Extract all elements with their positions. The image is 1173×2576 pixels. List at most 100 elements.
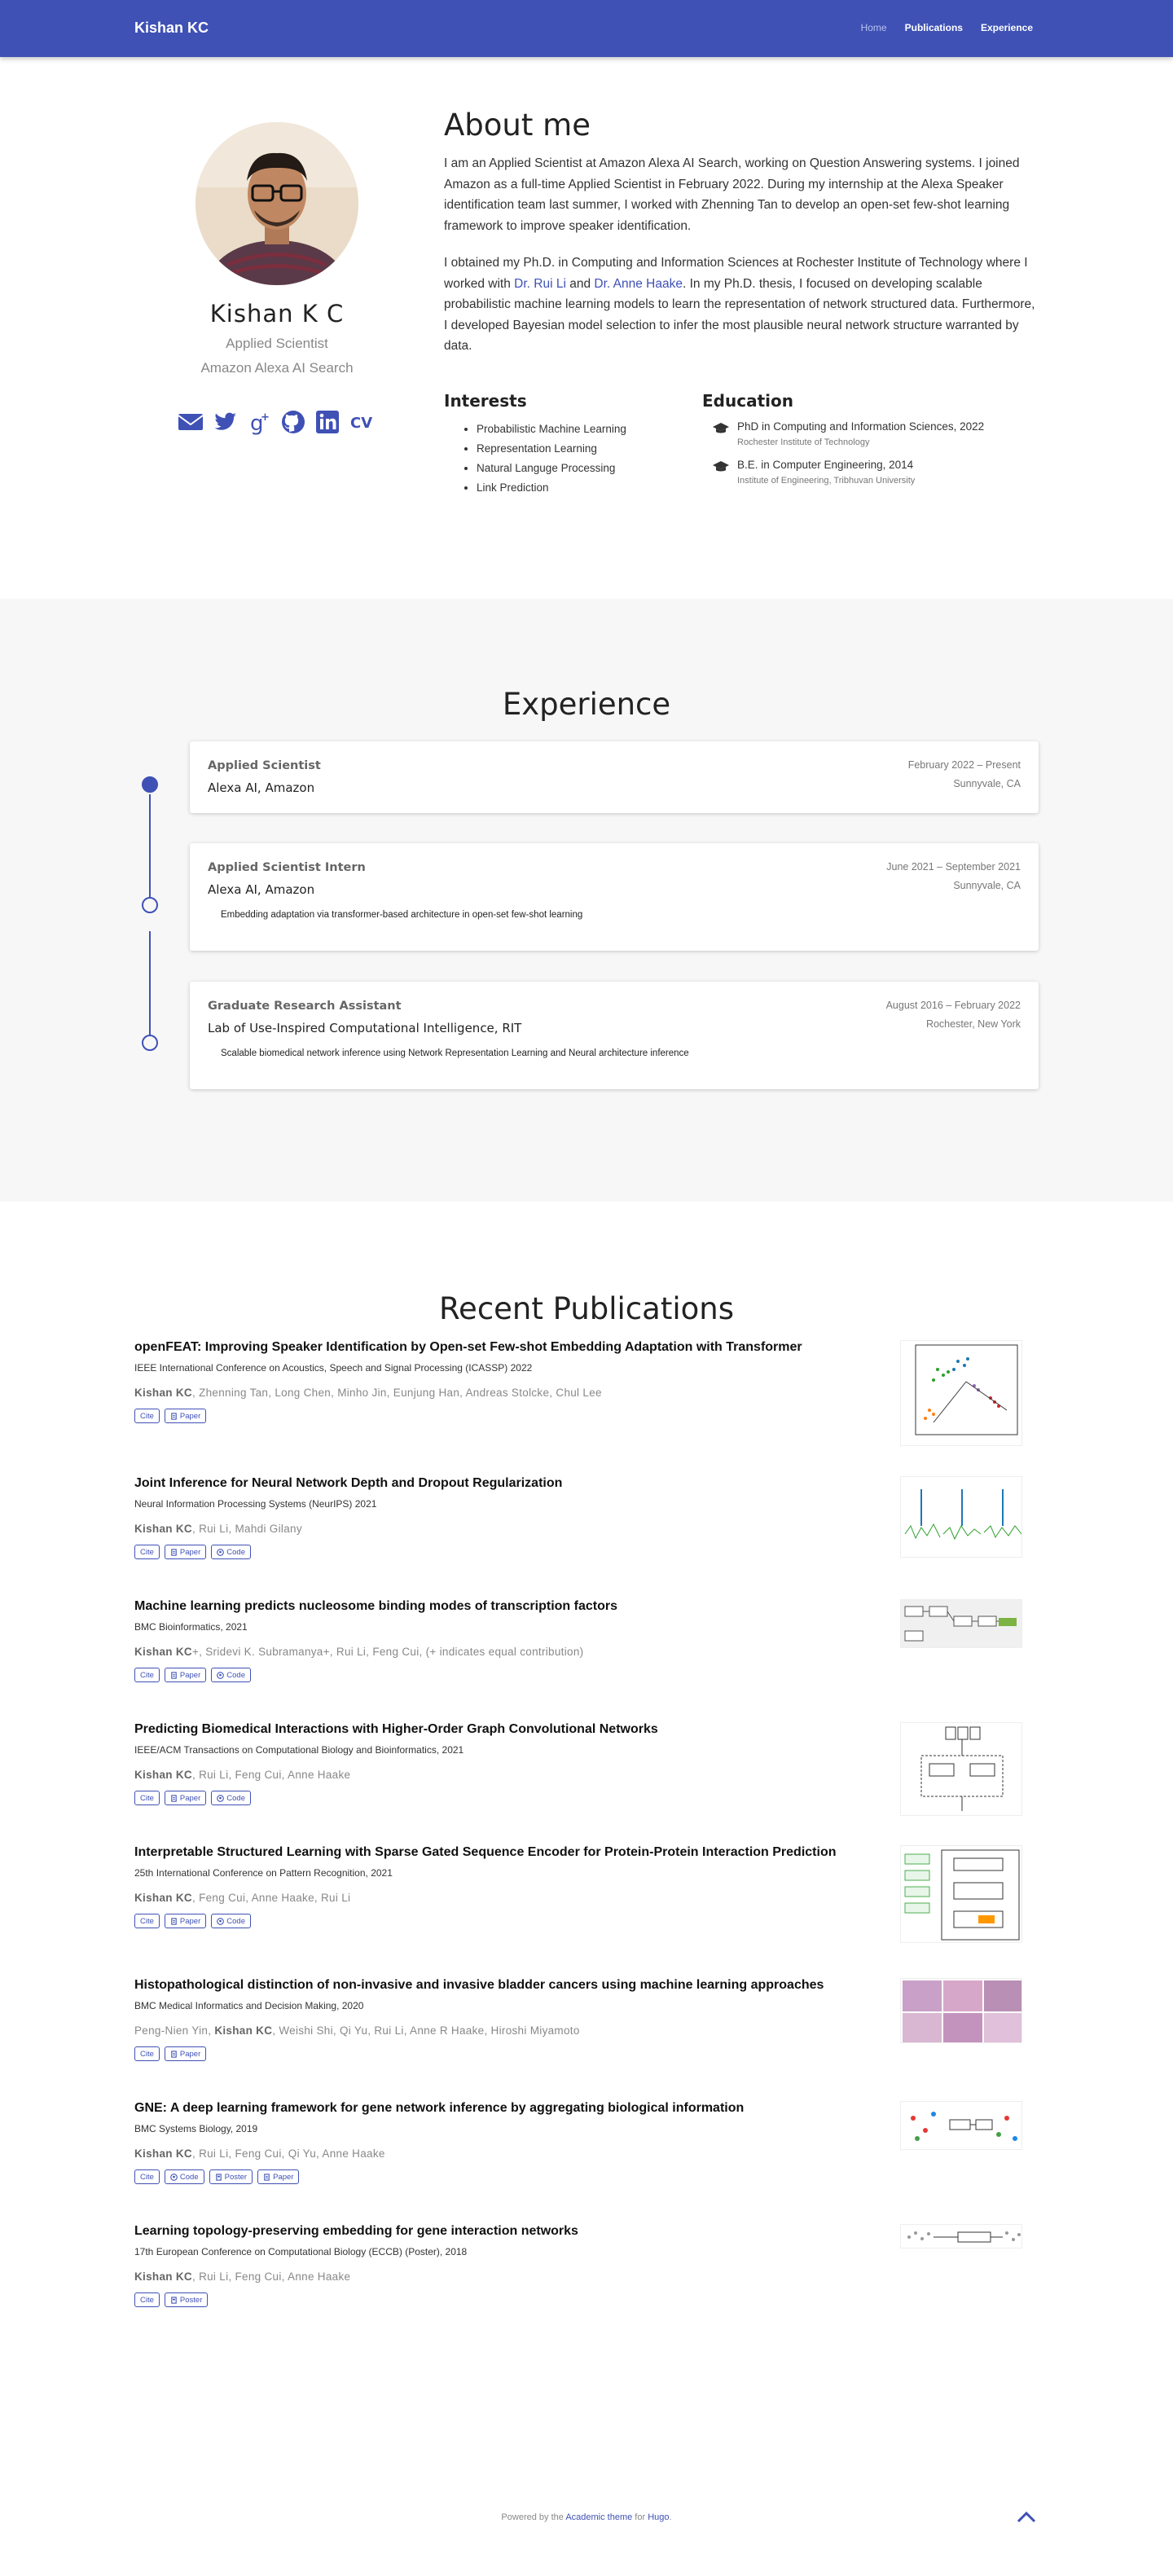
publication-title[interactable]: openFEAT: Improving Speaker Identificati… [134,1340,802,1355]
timeline-dot [142,776,158,793]
experience-section: Experience Applied Scientist Alexa AI, A… [0,599,1173,1202]
publication-thumbnail[interactable] [900,1476,1022,1558]
profile-org: Amazon Alexa AI Search [200,360,354,376]
interests-list: Probabilistic Machine Learning Represent… [477,420,626,498]
code-icon [217,1917,225,1925]
publication-title[interactable]: Joint Inference for Neural Network Depth… [134,1476,562,1491]
nav-publications[interactable]: Publications [905,22,963,33]
code-button[interactable]: Code [211,1545,251,1559]
publication-thumbnail[interactable] [900,1599,1022,1648]
experience-card: Applied Scientist Intern Alexa AI, Amazo… [190,843,1039,951]
cv-label: CV [350,415,372,432]
education-institution: Rochester Institute of Technology [737,437,870,447]
button-label: Cite [140,1411,154,1421]
paper-icon [171,1412,177,1420]
publication-title[interactable]: Learning topology-preserving embedding f… [134,2224,578,2239]
experience-role: Applied Scientist Intern [208,861,366,874]
experience-card: Graduate Research Assistant Lab of Use-I… [190,982,1039,1089]
button-label: Cite [140,1670,154,1680]
profile-role: Applied Scientist [226,336,328,351]
publication-authors: Kishan KC, Rui Li, Feng Cui, Anne Haake [134,2270,351,2283]
cite-button[interactable]: Cite [134,2292,160,2307]
paper-button[interactable]: Paper [164,2046,207,2061]
cite-button[interactable]: Cite [134,1409,160,1423]
cite-button[interactable]: Cite [134,2169,160,2184]
navbar: Kishan KC Home Publications Experience [0,0,1173,57]
linkedin-icon[interactable] [314,409,340,435]
publication-authors: Kishan KC, Zhenning Tan, Long Chen, Minh… [134,1387,602,1399]
experience-role: Graduate Research Assistant [208,1000,402,1013]
publication-title[interactable]: Machine learning predicts nucleosome bin… [134,1599,617,1614]
publication-venue: BMC Systems Biology, 2019 [134,2123,258,2134]
paper-button[interactable]: Paper [164,1409,207,1423]
code-button[interactable]: Code [211,1791,251,1805]
cite-button[interactable]: Cite [134,1545,160,1559]
paper-icon [171,1794,177,1802]
education-degree: B.E. in Computer Engineering, 2014 [737,459,914,471]
publication-thumbnail[interactable] [900,1722,1022,1816]
code-button[interactable]: Code [211,1914,251,1928]
interest-item: Natural Languge Processing [477,459,626,478]
about-p2-text: and [565,276,595,291]
experience-location: Rochester, New York [925,1018,1021,1030]
publication-title[interactable]: Histopathological distinction of non-inv… [134,1978,824,1993]
cite-button[interactable]: Cite [134,2046,160,2061]
avatar [196,122,358,285]
paper-button[interactable]: Paper [164,1545,207,1559]
cite-button[interactable]: Cite [134,1791,160,1805]
publication-title[interactable]: Interpretable Structured Learning with S… [134,1845,837,1860]
publication-thumbnail[interactable] [900,1340,1022,1446]
footer: Powered by the Academic theme for Hugo. [0,2512,1173,2522]
google-plus-icon[interactable]: g + [246,409,272,436]
button-label: Paper [179,1916,201,1926]
publication-venue: IEEE International Conference on Acousti… [134,1362,533,1374]
publication-buttons: Cite Paper Code [134,1791,251,1805]
button-label: Cite [140,1547,154,1557]
experience-org: Alexa AI, Amazon [208,882,315,897]
publication-title[interactable]: Predicting Biomedical Interactions with … [134,1722,658,1737]
brand-link[interactable]: Kishan KC [134,20,209,37]
footer-theme-link[interactable]: Academic theme [565,2512,632,2522]
publication-thumbnail[interactable] [900,1978,1022,2043]
experience-description: Scalable biomedical network inference us… [221,1048,689,1058]
publication-title[interactable]: GNE: A deep learning framework for gene … [134,2101,744,2116]
poster-button[interactable]: Poster [164,2292,209,2307]
education-heading: Education [702,391,793,411]
cite-button[interactable]: Cite [134,1914,160,1928]
poster-button[interactable]: Poster [209,2169,253,2184]
paper-button[interactable]: Paper [257,2169,300,2184]
button-label: Poster [179,2295,203,2305]
paper-button[interactable]: Paper [164,1791,207,1805]
nav-home[interactable]: Home [861,22,887,33]
code-button[interactable]: Code [164,2169,204,2184]
publication-buttons: Cite Paper Code [134,1545,251,1559]
button-label: Code [226,1916,245,1926]
envelope-icon[interactable] [178,409,204,435]
cv-icon[interactable]: CV [349,409,375,435]
footer-hugo-link[interactable]: Hugo [648,2512,669,2522]
advisor-link-anne-haake[interactable]: Dr. Anne Haake [594,277,683,291]
publication-buttons: Cite Code Poster Paper [134,2169,300,2184]
code-icon [217,1794,225,1802]
back-to-top-icon[interactable] [1017,2510,1036,2523]
publication-thumbnail[interactable] [900,2224,1022,2249]
button-label: Code [226,1547,245,1557]
cite-button[interactable]: Cite [134,1668,160,1682]
experience-role: Applied Scientist [208,759,321,772]
github-icon[interactable] [280,409,306,435]
publication-thumbnail[interactable] [900,2101,1022,2150]
paper-button[interactable]: Paper [164,1668,207,1682]
publication-item: Interpretable Structured Learning with S… [134,1845,1039,1943]
publication-venue: 17th European Conference on Computationa… [134,2246,468,2257]
paper-button[interactable]: Paper [164,1914,207,1928]
publication-item: Histopathological distinction of non-inv… [134,1978,1039,2076]
button-label: Paper [179,1793,201,1803]
publication-thumbnail[interactable] [900,1845,1022,1943]
footer-text: . [669,2512,672,2522]
timeline-line [149,794,151,912]
publication-authors: Kishan KC, Rui Li, Mahdi Gilany [134,1523,302,1535]
twitter-icon[interactable] [212,409,238,435]
code-button[interactable]: Code [211,1668,251,1682]
advisor-link-rui-li[interactable]: Dr. Rui Li [514,277,566,291]
nav-experience[interactable]: Experience [981,22,1033,33]
